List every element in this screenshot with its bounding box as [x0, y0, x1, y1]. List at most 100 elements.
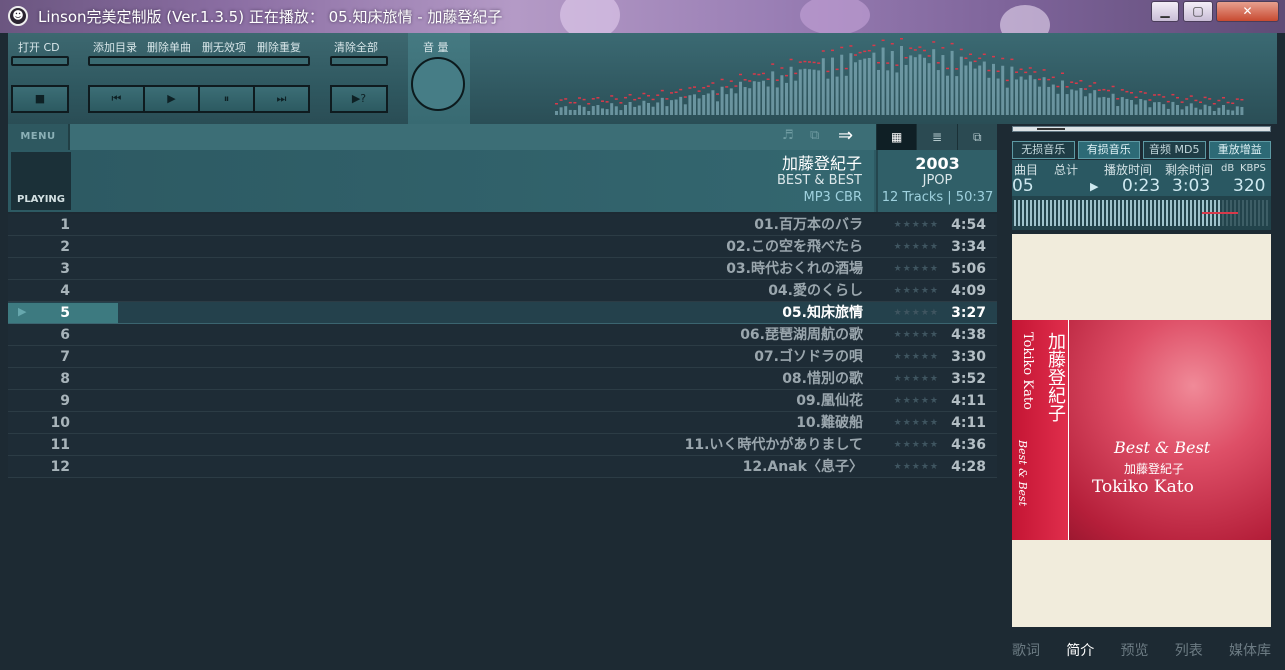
play-button[interactable]: ▶ [143, 85, 200, 113]
next-button[interactable]: ⏭ [253, 85, 310, 113]
tab-intro[interactable]: 简介 [1066, 640, 1094, 662]
spectrum-peak [775, 79, 779, 81]
track-duration: 4:11 [951, 393, 986, 409]
spectrum-peak [969, 53, 972, 56]
rating-stars[interactable]: ★★★★★ [894, 412, 939, 434]
playlist-row[interactable]: ▶ 5 05.知床旅情 ★★★★★ 3:27 [8, 302, 997, 324]
tab-list[interactable]: 列表 [1175, 640, 1203, 662]
rating-stars[interactable]: ★★★★★ [894, 434, 939, 456]
spectrum-peak [748, 80, 752, 82]
spectrum-bar [1194, 107, 1198, 115]
spectrum-peak [725, 86, 729, 88]
maximize-button[interactable]: ▢ [1183, 1, 1213, 22]
rating-stars[interactable]: ★★★★★ [894, 456, 939, 478]
rating-stars[interactable]: ★★★★★ [894, 368, 939, 390]
vu-segment [1134, 200, 1136, 226]
spectrum-peak [628, 94, 632, 96]
rating-stars[interactable]: ★★★★★ [894, 302, 939, 324]
list-view-tab[interactable]: ≣ [916, 124, 956, 150]
music-note-icon[interactable]: ♬ [782, 128, 794, 143]
playlist-edit-slot[interactable] [88, 56, 310, 66]
playlist-row[interactable]: 12 12.Anak〈息子〉 ★★★★★ 4:28 [8, 456, 997, 478]
minimize-button[interactable]: ▁ [1151, 1, 1179, 22]
pause-button[interactable]: ⏸ [198, 85, 255, 113]
play-mode-button[interactable]: ▶? [330, 85, 388, 113]
close-button[interactable]: ✕ [1216, 1, 1279, 22]
volume-knob[interactable] [411, 57, 465, 111]
clear-all-label: 清除全部 [334, 41, 378, 54]
playlist-row[interactable]: 3 03.時代おくれの酒場 ★★★★★ 5:06 [8, 258, 997, 280]
tab-lyrics[interactable]: 歌词 [1012, 640, 1040, 662]
spectrum-peak [559, 99, 563, 101]
shuffle-arrow-icon[interactable]: ⇒ [838, 125, 853, 146]
rating-stars[interactable]: ★★★★★ [894, 280, 939, 302]
track-duration: 3:27 [951, 305, 986, 321]
prev-button[interactable]: ⏮ [88, 85, 145, 113]
spectrum-bar [734, 93, 738, 115]
lossy-tag[interactable]: 有损音乐 [1077, 141, 1140, 159]
playlist-row[interactable]: 10 10.難破船 ★★★★★ 4:11 [8, 412, 997, 434]
title-bar: ☻ Linson完美定制版 (Ver.1.3.5) 正在播放： 05.知床旅情 … [0, 0, 1285, 45]
spectrum-bar [1226, 109, 1230, 115]
seek-thumb[interactable] [1037, 128, 1065, 130]
rating-stars[interactable]: ★★★★★ [894, 258, 939, 280]
playlist-row[interactable]: 1 01.百万本のバラ ★★★★★ 4:54 [8, 214, 997, 236]
playlist-row[interactable]: 7 07.ゴソドラの唄 ★★★★★ 3:30 [8, 346, 997, 368]
mini-seek-bar[interactable] [1012, 126, 1271, 132]
spectrum-peak [1166, 100, 1170, 103]
spectrum-bar [812, 69, 816, 115]
spectrum-peak [637, 97, 641, 99]
playlist-row[interactable]: 11 11.いく時代かがありまして ★★★★★ 4:36 [8, 434, 997, 456]
tab-preview[interactable]: 预览 [1121, 640, 1149, 662]
track-number: 8 [60, 371, 70, 387]
replay-gain-tag[interactable]: 重放增益 [1208, 141, 1271, 159]
spectrum-peak [582, 98, 586, 101]
vu-segment [1070, 200, 1072, 226]
spectrum-bar [688, 95, 692, 115]
playlist-row[interactable]: 8 08.惜別の歌 ★★★★★ 3:52 [8, 368, 997, 390]
rating-stars[interactable]: ★★★★★ [894, 236, 939, 258]
tab-library[interactable]: 媒体库 [1229, 640, 1271, 662]
playing-tab[interactable]: PLAYING [11, 152, 71, 210]
clear-all-slot[interactable] [330, 56, 388, 66]
playlist-row[interactable]: 6 06.琵琶湖周航の歌 ★★★★★ 4:38 [8, 324, 997, 346]
spectrum-bar [1185, 106, 1189, 115]
lossless-tag[interactable]: 无损音乐 [1012, 141, 1075, 159]
spectrum-peak [1079, 80, 1083, 82]
spectrum-bar [858, 59, 862, 115]
vu-segment [1174, 200, 1176, 226]
popup-view-tab[interactable]: ⧉ [956, 124, 997, 150]
spectrum-bar [785, 82, 788, 115]
vu-segment [1170, 200, 1172, 226]
playlist-row[interactable]: 9 09.凰仙花 ★★★★★ 4:11 [8, 390, 997, 412]
rating-stars[interactable]: ★★★★★ [894, 214, 939, 236]
played-time: 0:23 [1122, 176, 1161, 196]
open-cd-slot[interactable] [11, 56, 69, 66]
app-logo-icon[interactable]: ☻ [8, 6, 28, 26]
spectrum-bar [955, 76, 959, 115]
spectrum-peak [1061, 72, 1064, 74]
spectrum-bar [927, 63, 931, 115]
rating-stars[interactable]: ★★★★★ [894, 324, 939, 346]
rating-stars[interactable]: ★★★★★ [894, 390, 939, 412]
vu-segment [1014, 200, 1016, 226]
playlist-row[interactable]: 4 04.愛のくらし ★★★★★ 4:09 [8, 280, 997, 302]
playlist-row[interactable]: 2 02.この空を飛べたら ★★★★★ 3:34 [8, 236, 997, 258]
stop-button[interactable]: ■ [11, 85, 69, 113]
rating-stars[interactable]: ★★★★★ [894, 346, 939, 368]
md5-tag[interactable]: 音频 MD5 [1143, 141, 1206, 159]
vu-bars [1014, 200, 1268, 226]
track-title: 03.時代おくれの酒場 [726, 261, 863, 277]
spectrum-bar [647, 102, 650, 115]
spectrum-bar [702, 95, 706, 115]
total-label: 总计 [1054, 163, 1079, 177]
spectrum-peak [863, 50, 867, 53]
spectrum-peak [798, 61, 802, 63]
spectrum-peak [1231, 102, 1235, 105]
menu-button[interactable]: MENU [8, 124, 70, 150]
vu-segment [1114, 200, 1116, 226]
spectrum-bar [1217, 107, 1221, 115]
spectrum-peak [794, 72, 798, 75]
grid-view-tab[interactable]: ▦ [876, 124, 917, 150]
window-icon[interactable]: ⧉ [810, 128, 819, 143]
